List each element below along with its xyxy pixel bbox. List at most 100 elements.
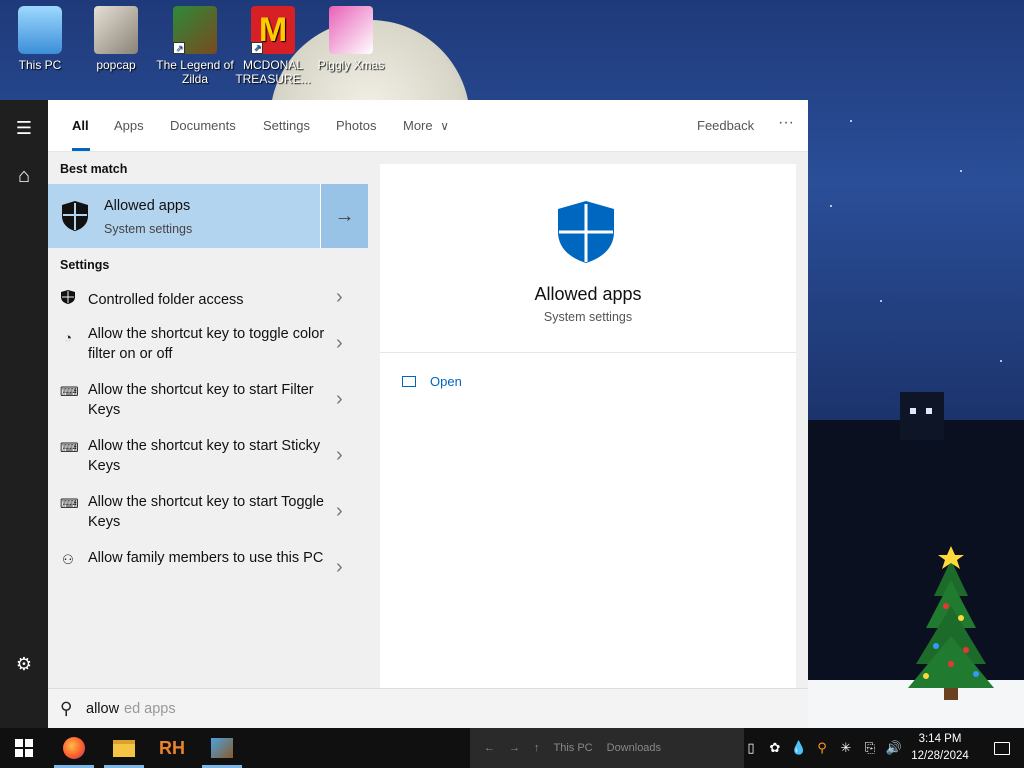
search-input[interactable] bbox=[86, 697, 686, 721]
best-match-header: Best match bbox=[60, 162, 128, 176]
taskbar-rh-app[interactable]: RH bbox=[148, 728, 196, 768]
tab-more-label: More bbox=[403, 118, 433, 133]
keyboard-icon: ⌨ bbox=[60, 496, 79, 511]
breadcrumb-this-pc: This PC bbox=[553, 742, 593, 754]
detail-subtitle: System settings bbox=[543, 310, 633, 324]
settings-gear-icon[interactable]: ⚙ bbox=[0, 640, 48, 688]
shield-icon bbox=[558, 201, 614, 263]
star bbox=[850, 120, 852, 122]
keyboard-icon: ⌨ bbox=[60, 440, 79, 455]
list-item-color-filter[interactable]: ◔ Allow the shortcut key to toggle color… bbox=[48, 324, 368, 380]
zelda-game-icon: ↗ bbox=[173, 6, 217, 54]
volume-icon[interactable]: 🔊 bbox=[884, 728, 904, 768]
list-item-filter-keys[interactable]: ⌨ Allow the shortcut key to start Filter… bbox=[48, 380, 368, 436]
this-pc-icon bbox=[18, 6, 62, 54]
list-item-family-members[interactable]: ⚇ Allow family members to use this PC › bbox=[48, 548, 368, 604]
open-arrow-icon[interactable]: → bbox=[320, 184, 368, 248]
star bbox=[960, 170, 962, 172]
open-label: Open bbox=[430, 374, 462, 389]
chevron-right-icon: › bbox=[336, 286, 343, 308]
tab-all[interactable]: All bbox=[72, 118, 89, 133]
windows-logo-icon bbox=[15, 739, 33, 757]
list-item-label: Allow the shortcut key to start Sticky K… bbox=[88, 438, 321, 474]
tray-app-icon[interactable]: ✿ bbox=[764, 728, 786, 768]
network-icon[interactable]: ⎘ bbox=[860, 728, 880, 768]
firefox-icon bbox=[63, 737, 85, 759]
search-panel: All Apps Documents Settings Photos More … bbox=[48, 100, 808, 728]
list-item-label: Allow the shortcut key to start Filter K… bbox=[88, 382, 314, 418]
tab-photos[interactable]: Photos bbox=[336, 118, 376, 133]
clock-time: 3:14 PM bbox=[918, 733, 962, 745]
desktop-icon-piggly[interactable]: Piggly Xmas bbox=[311, 6, 391, 72]
detail-pane: Allowed apps System settings Open bbox=[380, 164, 796, 688]
list-item-label: Allow the shortcut key to toggle color f… bbox=[88, 326, 325, 362]
shield-icon bbox=[62, 201, 88, 231]
piggly-xmas-icon bbox=[329, 6, 373, 54]
chevron-down-icon: ∨ bbox=[440, 119, 450, 133]
tab-more[interactable]: More ∨ bbox=[403, 118, 449, 133]
up-arrow-icon: ↑ bbox=[534, 742, 540, 754]
shortcut-arrow-icon: ↗ bbox=[173, 42, 185, 54]
palette-icon: ◔ bbox=[64, 330, 72, 345]
tab-settings[interactable]: Settings bbox=[263, 118, 310, 133]
forward-arrow-icon: → bbox=[509, 742, 520, 754]
shield-icon bbox=[61, 290, 75, 304]
search-box[interactable]: ⚲ ed apps bbox=[48, 688, 808, 728]
search-autocomplete-suggestion: ed apps bbox=[124, 701, 176, 717]
detail-title: Allowed apps bbox=[534, 284, 642, 304]
open-window-icon bbox=[402, 376, 416, 387]
more-options-icon[interactable]: ··· bbox=[778, 114, 794, 132]
tray-snowflake-icon[interactable]: ✳ bbox=[836, 728, 856, 768]
active-tab-indicator bbox=[72, 148, 90, 151]
clock-date: 12/28/2024 bbox=[911, 750, 969, 762]
star bbox=[830, 205, 832, 207]
star bbox=[1000, 360, 1002, 362]
add-person-icon: ⚇ bbox=[62, 552, 74, 567]
chevron-right-icon: › bbox=[336, 332, 343, 354]
hamburger-menu-icon[interactable]: ☰ bbox=[0, 104, 48, 152]
home-icon[interactable]: ⌂ bbox=[0, 152, 48, 200]
shortcut-arrow-icon: ↗ bbox=[251, 42, 263, 54]
tray-droplet-icon[interactable]: 💧 bbox=[790, 728, 808, 768]
taskbar-firefox[interactable] bbox=[50, 728, 98, 768]
back-arrow-icon: ← bbox=[484, 742, 495, 754]
taskbar-file-explorer[interactable] bbox=[100, 728, 148, 768]
star bbox=[880, 300, 882, 302]
rh-app-icon: RH bbox=[159, 737, 185, 758]
best-match-title: Allowed apps bbox=[104, 198, 191, 214]
best-match-subtitle: System settings bbox=[104, 222, 193, 236]
popcap-icon bbox=[94, 6, 138, 54]
start-left-rail: ☰ ⌂ ⚙ bbox=[0, 100, 48, 728]
list-item-sticky-keys[interactable]: ⌨ Allow the shortcut key to start Sticky… bbox=[48, 436, 368, 492]
taskbar-clock[interactable]: 3:14 PM 12/28/2024 bbox=[908, 731, 972, 765]
list-item-toggle-keys[interactable]: ⌨ Allow the shortcut key to start Toggle… bbox=[48, 492, 368, 548]
feedback-link[interactable]: Feedback bbox=[697, 118, 754, 133]
tray-search-app-icon[interactable]: ⚲ bbox=[812, 728, 832, 768]
chevron-right-icon: › bbox=[336, 444, 343, 466]
open-action[interactable]: Open bbox=[402, 374, 462, 389]
file-explorer-icon bbox=[113, 739, 135, 757]
tab-apps[interactable]: Apps bbox=[114, 118, 144, 133]
desktop-icon-zelda[interactable]: ↗ The Legend of Zilda bbox=[155, 6, 235, 86]
keyboard-icon: ⌨ bbox=[60, 384, 79, 399]
notification-icon[interactable] bbox=[980, 728, 1024, 768]
taskbar-app[interactable] bbox=[198, 728, 246, 768]
desktop-icon-this-pc[interactable]: This PC bbox=[0, 6, 80, 72]
mcdonalds-game-icon: M ↗ bbox=[251, 6, 295, 54]
taskbar: RH ← → ↑ This PC Downloads ▯ ✿ 💧 ⚲ ✳ ⎘ 🔊… bbox=[0, 728, 1024, 768]
start-button[interactable] bbox=[0, 728, 48, 768]
divider bbox=[380, 352, 796, 353]
list-item-controlled-folder-access[interactable]: Controlled folder access › bbox=[48, 286, 368, 322]
search-icon: ⚲ bbox=[60, 699, 73, 718]
breadcrumb-downloads: Downloads bbox=[606, 742, 662, 754]
desktop-icon-popcap[interactable]: popcap bbox=[76, 6, 156, 72]
settings-header: Settings bbox=[60, 258, 110, 272]
police-box-silhouette bbox=[900, 392, 944, 440]
christmas-tree-decoration bbox=[908, 546, 994, 700]
tab-documents[interactable]: Documents bbox=[170, 118, 236, 133]
search-tabs: All Apps Documents Settings Photos More … bbox=[48, 100, 808, 152]
tray-device-icon[interactable]: ▯ bbox=[744, 728, 758, 768]
app-icon bbox=[211, 738, 233, 758]
desktop-icon-mcdonal[interactable]: M ↗ MCDONAL TREASURE... bbox=[233, 6, 313, 86]
chevron-right-icon: › bbox=[336, 556, 343, 578]
